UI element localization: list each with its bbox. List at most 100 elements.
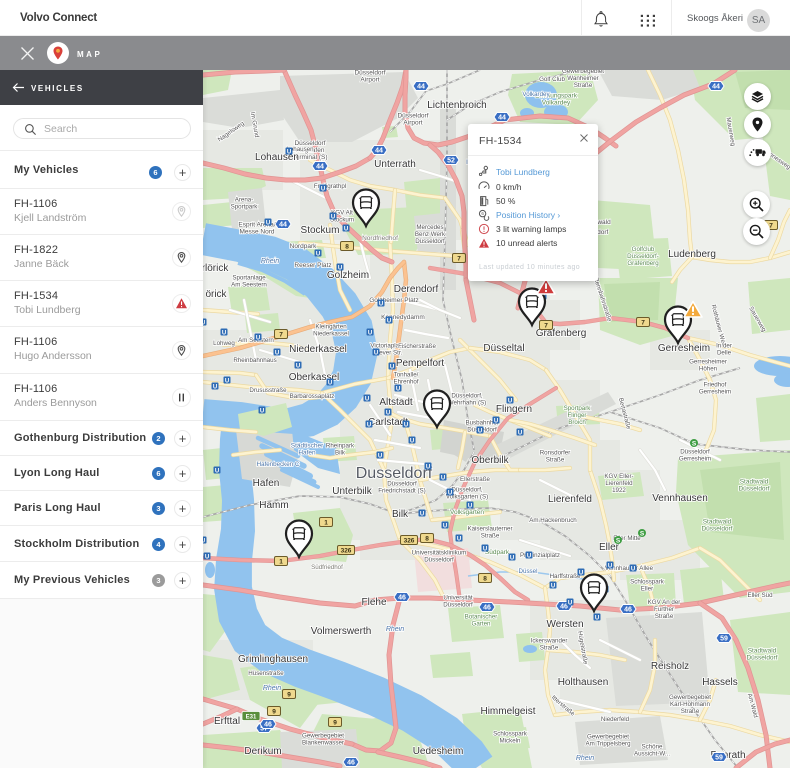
svg-text:U: U bbox=[205, 554, 209, 560]
svg-text:Wersten: Wersten bbox=[546, 619, 583, 630]
svg-text:SportanlageAm Seestern: SportanlageAm Seestern bbox=[231, 275, 267, 289]
svg-text:Flehe: Flehe bbox=[361, 597, 386, 608]
svg-text:Hafen: Hafen bbox=[253, 478, 280, 489]
svg-text:U: U bbox=[483, 546, 487, 552]
svg-text:rlörick: rlörick bbox=[203, 263, 229, 274]
svg-text:Bilk: Bilk bbox=[392, 509, 409, 520]
svg-text:U: U bbox=[256, 335, 260, 341]
svg-text:Ludenberg: Ludenberg bbox=[668, 249, 716, 260]
svg-text:U: U bbox=[213, 384, 217, 390]
svg-text:U: U bbox=[275, 350, 279, 356]
svg-text:Rheinbahnhaus: Rheinbahnhaus bbox=[233, 357, 276, 364]
svg-text:U: U bbox=[203, 538, 205, 544]
svg-text:DüsseldorfGerresheim: DüsseldorfGerresheim bbox=[679, 449, 711, 463]
svg-text:U: U bbox=[410, 438, 414, 444]
svg-text:U: U bbox=[494, 418, 498, 424]
svg-text:Düsseldorf,Wehrhahn (S): Düsseldorf,Wehrhahn (S) bbox=[448, 393, 486, 407]
svg-text:Hamm: Hamm bbox=[259, 500, 288, 511]
svg-text:U: U bbox=[443, 523, 447, 529]
svg-text:Barbarossaplatz: Barbarossaplatz bbox=[290, 393, 335, 400]
svg-text:U: U bbox=[374, 350, 378, 356]
svg-text:Rhein: Rhein bbox=[263, 685, 281, 692]
svg-text:Nordfriedhof: Nordfriedhof bbox=[362, 235, 398, 242]
svg-text:U: U bbox=[478, 428, 482, 434]
svg-text:46: 46 bbox=[483, 605, 491, 612]
svg-text:U: U bbox=[331, 214, 335, 220]
svg-text:U: U bbox=[225, 378, 229, 384]
svg-text:Hüsenstraße: Hüsenstraße bbox=[248, 670, 284, 677]
svg-text:Derikum: Derikum bbox=[244, 746, 281, 757]
svg-text:Golzheim: Golzheim bbox=[327, 270, 369, 281]
svg-text:UniversitätDüsseldorf: UniversitätDüsseldorf bbox=[443, 595, 473, 609]
svg-text:Oberbilk: Oberbilk bbox=[471, 455, 509, 466]
svg-text:U: U bbox=[396, 386, 400, 392]
svg-text:U: U bbox=[390, 364, 394, 370]
svg-text:U: U bbox=[518, 430, 522, 436]
svg-text:Eller Süd: Eller Süd bbox=[747, 592, 773, 599]
svg-text:44: 44 bbox=[417, 84, 425, 91]
svg-text:In derDelle: In derDelle bbox=[716, 343, 732, 357]
svg-text:Pempelfort: Pempelfort bbox=[396, 358, 445, 369]
svg-text:S: S bbox=[640, 531, 645, 538]
svg-text:Lichtenbroich: Lichtenbroich bbox=[427, 100, 486, 111]
svg-text:7: 7 bbox=[641, 320, 645, 327]
svg-text:U: U bbox=[527, 553, 531, 559]
svg-text:U: U bbox=[551, 583, 555, 589]
svg-text:Tonhalle/Ehrenhof: Tonhalle/Ehrenhof bbox=[393, 372, 418, 386]
svg-text:8: 8 bbox=[345, 244, 349, 251]
svg-text:örick: örick bbox=[205, 289, 227, 300]
svg-text:Lohweg: Lohweg bbox=[213, 340, 235, 347]
svg-text:U: U bbox=[287, 149, 291, 155]
svg-text:U: U bbox=[338, 265, 342, 271]
svg-text:Unterbilk: Unterbilk bbox=[332, 486, 372, 497]
svg-text:U: U bbox=[426, 464, 430, 470]
svg-text:6: 6 bbox=[481, 211, 484, 216]
svg-text:StadtwaldDüsseldorf: StadtwaldDüsseldorf bbox=[746, 647, 777, 661]
svg-text:U: U bbox=[448, 490, 452, 496]
svg-text:Niederfeld: Niederfeld bbox=[601, 716, 630, 723]
svg-text:GewerbegebietBlankenwasser: GewerbegebietBlankenwasser bbox=[302, 733, 344, 747]
svg-text:9: 9 bbox=[287, 692, 291, 699]
svg-text:Harffstraße: Harffstraße bbox=[550, 573, 581, 580]
svg-text:59: 59 bbox=[715, 755, 723, 762]
svg-text:GewerbegebietAm Trippelsberg: GewerbegebietAm Trippelsberg bbox=[585, 734, 631, 748]
svg-text:44: 44 bbox=[375, 148, 383, 155]
svg-text:Derendorf: Derendorf bbox=[394, 284, 439, 295]
svg-text:46: 46 bbox=[624, 607, 632, 614]
svg-text:44: 44 bbox=[712, 84, 720, 91]
svg-text:U: U bbox=[378, 453, 382, 459]
svg-text:9: 9 bbox=[272, 709, 276, 716]
svg-text:Golf Club: Golf Club bbox=[539, 76, 565, 83]
svg-text:U: U bbox=[316, 251, 320, 257]
svg-text:Stockum: Stockum bbox=[301, 225, 340, 236]
svg-text:U: U bbox=[510, 555, 514, 561]
svg-text:Reisholz: Reisholz bbox=[651, 661, 689, 672]
svg-text:Volksgarten: Volksgarten bbox=[450, 509, 484, 516]
svg-text:Lierenfeld: Lierenfeld bbox=[548, 494, 592, 505]
svg-text:U: U bbox=[595, 615, 599, 621]
svg-text:Freiligrathpl: Freiligrathpl bbox=[314, 183, 346, 190]
svg-text:U: U bbox=[579, 570, 583, 576]
svg-text:U: U bbox=[368, 330, 372, 336]
svg-text:7: 7 bbox=[457, 256, 461, 263]
svg-text:S: S bbox=[692, 441, 697, 448]
svg-text:Ellerstraße: Ellerstraße bbox=[460, 476, 490, 483]
svg-text:U: U bbox=[203, 320, 205, 326]
svg-text:U: U bbox=[328, 380, 332, 386]
svg-text:U: U bbox=[344, 226, 348, 232]
svg-text:Hassels: Hassels bbox=[702, 677, 738, 688]
svg-text:46: 46 bbox=[347, 760, 355, 767]
svg-text:StadtwaldDüsseldorf: StadtwaldDüsseldorf bbox=[738, 478, 769, 492]
svg-text:46: 46 bbox=[398, 595, 406, 602]
svg-text:Vennhausen: Vennhausen bbox=[652, 493, 708, 504]
svg-text:46: 46 bbox=[264, 722, 272, 729]
svg-text:U: U bbox=[441, 475, 445, 481]
svg-text:Erfttal: Erfttal bbox=[214, 716, 240, 727]
svg-text:U: U bbox=[608, 563, 612, 569]
svg-text:U: U bbox=[386, 410, 390, 416]
svg-text:8: 8 bbox=[425, 536, 429, 543]
svg-text:U: U bbox=[222, 330, 226, 336]
svg-text:Am Hackenbruch: Am Hackenbruch bbox=[529, 517, 577, 524]
svg-text:U: U bbox=[508, 398, 512, 404]
svg-text:Niederkassel: Niederkassel bbox=[289, 344, 347, 355]
